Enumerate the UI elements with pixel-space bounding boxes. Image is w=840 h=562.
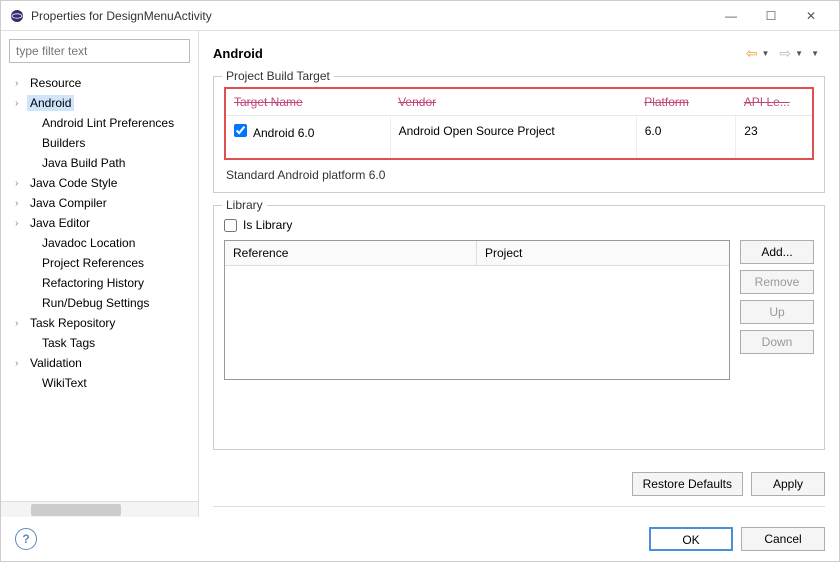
tree-item-android-lint-preferences[interactable]: Android Lint Preferences — [1, 113, 198, 133]
down-button[interactable]: Down — [740, 330, 814, 354]
target-highlight-box: Target Name Vendor Platform API Le... An… — [224, 87, 814, 160]
tree-item-java-code-style[interactable]: ›Java Code Style — [1, 173, 198, 193]
tree-item-label: Android Lint Preferences — [39, 115, 177, 131]
dialog-footer: ? OK Cancel — [1, 517, 839, 561]
tree-item-builders[interactable]: Builders — [1, 133, 198, 153]
tree-item-label: Java Code Style — [27, 175, 120, 191]
build-target-group: Project Build Target Target Name Vendor … — [213, 76, 825, 193]
tree-item-java-editor[interactable]: ›Java Editor — [1, 213, 198, 233]
chevron-right-icon: › — [15, 78, 27, 89]
sidebar: ›Resource›AndroidAndroid Lint Preference… — [1, 31, 199, 517]
is-library-label: Is Library — [243, 218, 292, 232]
tree-item-java-build-path[interactable]: Java Build Path — [1, 153, 198, 173]
tree-item-label: Javadoc Location — [39, 235, 138, 251]
content-panel: Android ⇦ ▼ ⇨ ▼ ▼ Project Build Target T… — [199, 31, 839, 517]
tree-item-label: Java Editor — [27, 215, 93, 231]
help-icon[interactable]: ? — [15, 528, 37, 550]
target-api: 23 — [736, 116, 812, 159]
is-library-checkbox[interactable] — [224, 219, 237, 232]
tree-item-javadoc-location[interactable]: Javadoc Location — [1, 233, 198, 253]
tree-item-label: Project References — [39, 255, 147, 271]
target-row[interactable]: Android 6.0 Android Open Source Project … — [226, 116, 812, 159]
up-button[interactable]: Up — [740, 300, 814, 324]
target-table: Target Name Vendor Platform API Le... An… — [226, 89, 812, 158]
tree-item-task-repository[interactable]: ›Task Repository — [1, 313, 198, 333]
chevron-right-icon: › — [15, 318, 27, 329]
tree-item-resource[interactable]: ›Resource — [1, 73, 198, 93]
eclipse-icon — [9, 8, 25, 24]
forward-dropdown-icon[interactable]: ▼ — [795, 49, 803, 58]
tree-item-label: Task Tags — [39, 335, 98, 351]
cancel-button[interactable]: Cancel — [741, 527, 825, 551]
tree-item-label: WikiText — [39, 375, 90, 391]
tree-item-label: Java Build Path — [39, 155, 128, 171]
back-icon[interactable]: ⇦ — [744, 43, 760, 64]
tree-item-label: Task Repository — [27, 315, 118, 331]
back-dropdown-icon[interactable]: ▼ — [762, 49, 770, 58]
tree-item-run-debug-settings[interactable]: Run/Debug Settings — [1, 293, 198, 313]
remove-button[interactable]: Remove — [740, 270, 814, 294]
close-button[interactable]: ✕ — [791, 2, 831, 30]
tree-item-label: Refactoring History — [39, 275, 147, 291]
chevron-right-icon: › — [15, 98, 27, 109]
tree-item-android[interactable]: ›Android — [1, 93, 198, 113]
tree-item-refactoring-history[interactable]: Refactoring History — [1, 273, 198, 293]
horizontal-scrollbar[interactable] — [1, 501, 198, 517]
tree-item-label: Resource — [27, 75, 84, 91]
chevron-right-icon: › — [15, 218, 27, 229]
titlebar: Properties for DesignMenuActivity — ☐ ✕ — [1, 1, 839, 31]
tree-item-label: Builders — [39, 135, 88, 151]
page-heading: Android — [213, 46, 744, 61]
add-button[interactable]: Add... — [740, 240, 814, 264]
filter-input[interactable] — [9, 39, 190, 63]
library-group: Library Is Library Reference Project Add… — [213, 205, 825, 450]
tree-item-wikitext[interactable]: WikiText — [1, 373, 198, 393]
maximize-button[interactable]: ☐ — [751, 2, 791, 30]
target-checkbox[interactable] — [234, 124, 247, 137]
ok-button[interactable]: OK — [649, 527, 733, 551]
scrollbar-thumb[interactable] — [31, 504, 121, 516]
restore-defaults-button[interactable]: Restore Defaults — [632, 472, 743, 496]
help-area: ? — [15, 528, 649, 550]
window-title: Properties for DesignMenuActivity — [31, 9, 711, 23]
tree-item-label: Android — [27, 95, 74, 111]
tree-item-task-tags[interactable]: Task Tags — [1, 333, 198, 353]
col-vendor[interactable]: Vendor — [390, 89, 636, 116]
tree-item-java-compiler[interactable]: ›Java Compiler — [1, 193, 198, 213]
target-platform: 6.0 — [636, 116, 736, 159]
tree-item-label: Run/Debug Settings — [39, 295, 152, 311]
tree[interactable]: ›Resource›AndroidAndroid Lint Preference… — [1, 71, 198, 501]
platform-note: Standard Android platform 6.0 — [226, 168, 812, 182]
minimize-button[interactable]: — — [711, 2, 751, 30]
col-reference[interactable]: Reference — [225, 241, 477, 265]
chevron-right-icon: › — [15, 358, 27, 369]
apply-button[interactable]: Apply — [751, 472, 825, 496]
col-project[interactable]: Project — [477, 241, 530, 265]
col-api[interactable]: API Le... — [736, 89, 812, 116]
target-vendor: Android Open Source Project — [390, 116, 636, 159]
menu-dropdown-icon[interactable]: ▼ — [811, 49, 819, 58]
library-table[interactable]: Reference Project — [224, 240, 730, 380]
tree-item-label: Java Compiler — [27, 195, 110, 211]
col-platform[interactable]: Platform — [636, 89, 736, 116]
build-target-label: Project Build Target — [222, 69, 334, 83]
chevron-right-icon: › — [15, 198, 27, 209]
tree-item-validation[interactable]: ›Validation — [1, 353, 198, 373]
target-name: Android 6.0 — [253, 126, 314, 140]
library-label: Library — [222, 198, 267, 212]
chevron-right-icon: › — [15, 178, 27, 189]
col-target-name[interactable]: Target Name — [226, 89, 390, 116]
forward-icon[interactable]: ⇨ — [777, 43, 793, 64]
tree-item-project-references[interactable]: Project References — [1, 253, 198, 273]
tree-item-label: Validation — [27, 355, 85, 371]
